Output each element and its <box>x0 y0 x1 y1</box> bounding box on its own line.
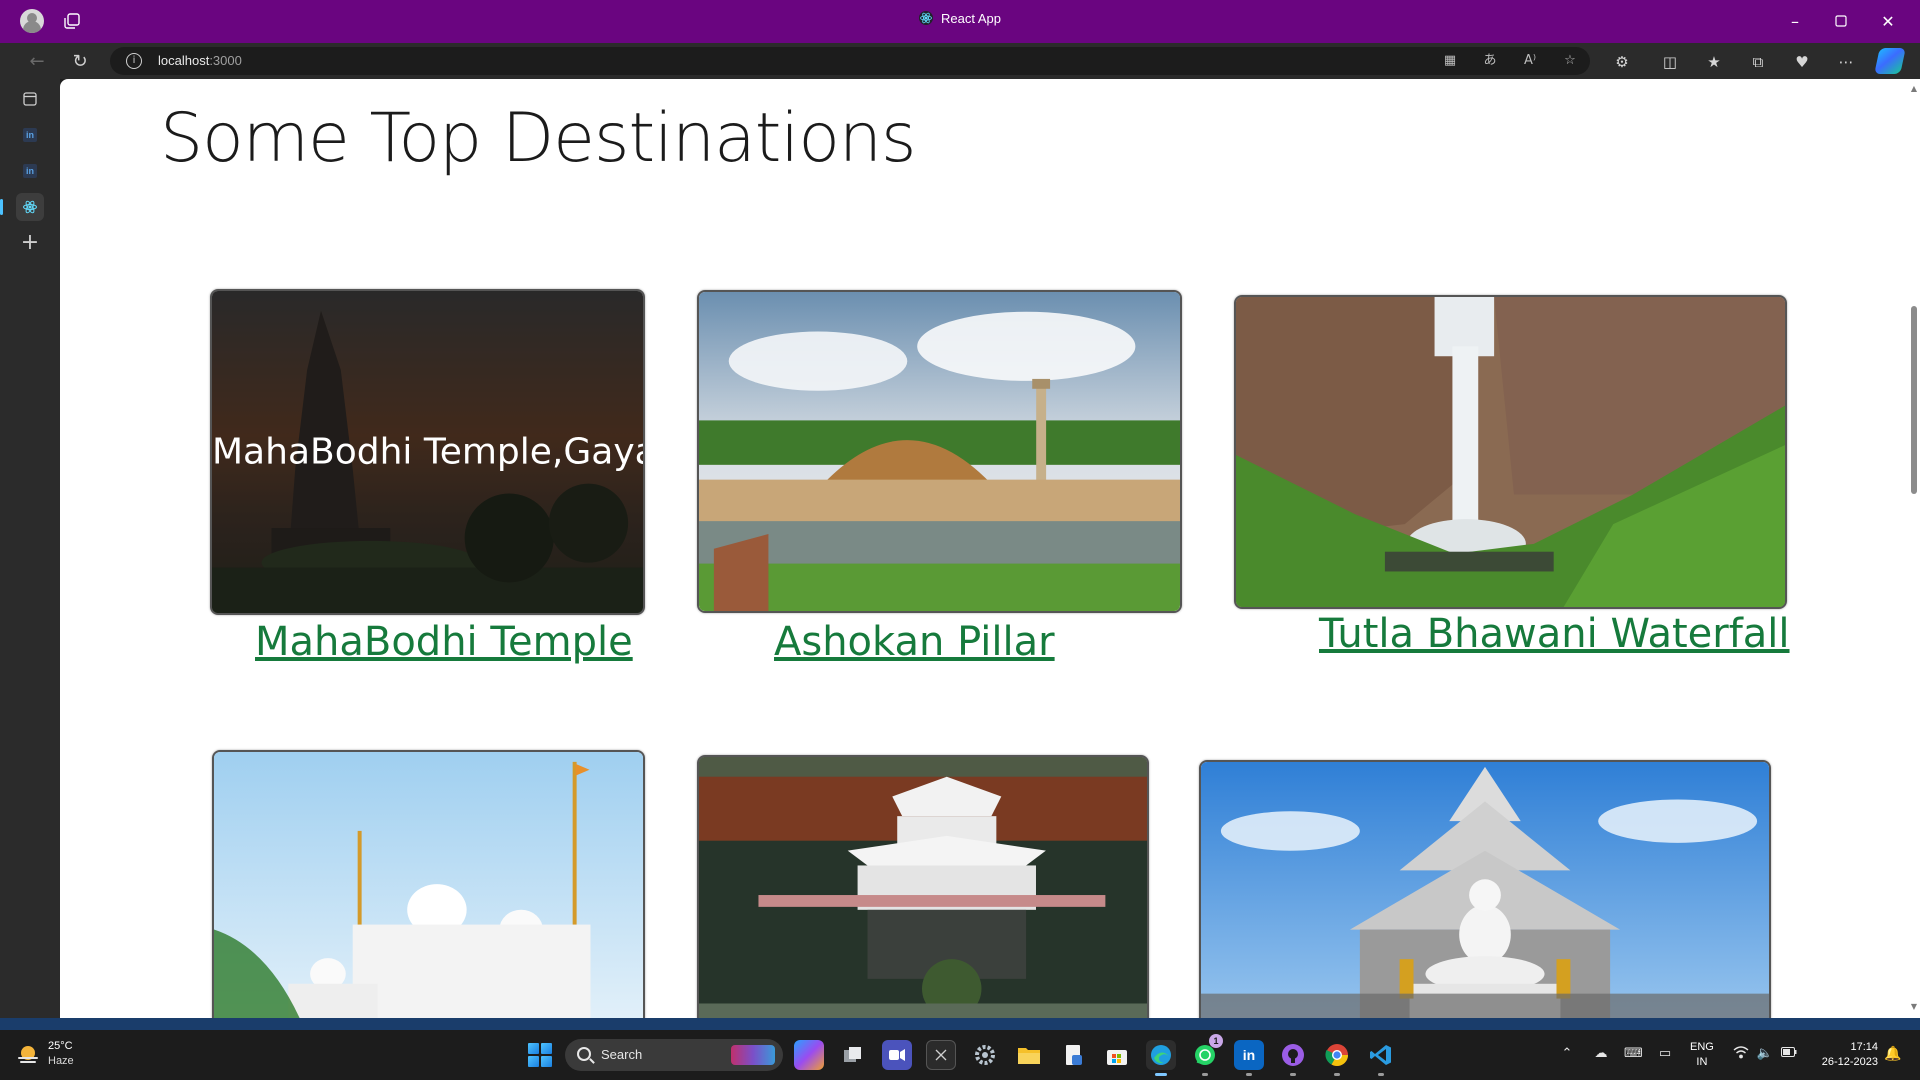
linkedin-tab-icon[interactable]: in <box>16 121 44 149</box>
browser-toolbar: ← ↻ i localhost:3000 ▦ あ A⁾ ☆ ⚙ ◫ ★ ⧉ ♥ … <box>0 43 1920 79</box>
onedrive-offline-icon[interactable]: ☁ <box>1592 1045 1610 1063</box>
favorites-icon[interactable]: ★ <box>1704 52 1724 72</box>
system-clock[interactable]: 17:14 26-12-2023 <box>1810 1040 1878 1070</box>
mahabodhi-temple-link[interactable]: MahaBodhi Temple <box>255 619 633 665</box>
notification-bell-icon[interactable]: 🔔 <box>1884 1045 1902 1063</box>
scroll-down-arrow-icon[interactable]: ▼ <box>1910 1003 1918 1011</box>
active-tab[interactable]: React App <box>0 11 1920 26</box>
scrollbar-thumb[interactable] <box>1911 306 1917 494</box>
react-favicon-icon <box>919 11 933 25</box>
volume-icon[interactable]: 🔈 <box>1756 1045 1774 1063</box>
site-info-icon[interactable]: i <box>126 53 142 69</box>
refresh-button[interactable]: ↻ <box>67 49 93 73</box>
settings-gear-icon[interactable] <box>970 1040 1000 1070</box>
clock-date: 26-12-2023 <box>1821 1056 1878 1068</box>
browser-essentials-icon[interactable]: ♥ <box>1792 52 1812 72</box>
back-button[interactable]: ← <box>24 49 50 73</box>
document-viewer-icon[interactable] <box>1058 1040 1088 1070</box>
input-language-indicator[interactable]: ENG IN <box>1690 1040 1714 1070</box>
keyboard-icon[interactable]: ⌨ <box>1624 1045 1643 1063</box>
address-bar[interactable]: i localhost:3000 ▦ あ A⁾ ☆ <box>110 47 1590 75</box>
maximize-button[interactable] <box>1827 8 1855 34</box>
linkedin-tab-icon[interactable]: in <box>16 157 44 185</box>
snipping-tool-icon[interactable] <box>926 1040 956 1070</box>
edge-browser-icon[interactable] <box>1146 1040 1176 1076</box>
clock-time: 17:14 <box>1850 1041 1878 1053</box>
tutla-bhawani-waterfall-image[interactable] <box>1234 295 1787 609</box>
haze-sun-icon <box>18 1046 38 1063</box>
translate-icon[interactable]: あ <box>1480 51 1500 71</box>
scroll-up-arrow-icon[interactable]: ▲ <box>1910 85 1918 93</box>
copilot-icon[interactable] <box>1874 48 1906 74</box>
task-view-icon[interactable] <box>838 1040 868 1070</box>
search-label: Search <box>601 1047 643 1062</box>
whatsapp-badge: 1 <box>1209 1034 1223 1048</box>
ashokan-pillar-link[interactable]: Ashokan Pillar <box>774 619 1055 665</box>
lake-temple-image[interactable] <box>697 755 1149 1018</box>
teams-meet-icon[interactable] <box>882 1040 912 1070</box>
tab-actions-icon[interactable] <box>16 85 44 113</box>
page-scrollbar[interactable]: ▲ ▼ <box>1908 79 1920 1018</box>
background-editor-status-strip <box>0 1018 1920 1030</box>
tab-title: React App <box>941 11 1001 26</box>
mahabodhi-temple-image[interactable]: MahaBodhi Temple,Gaya <box>210 289 645 615</box>
gurudwara-image[interactable] <box>212 750 645 1018</box>
weather-condition: Haze <box>48 1055 74 1067</box>
search-icon <box>577 1047 591 1061</box>
show-hidden-icons-chevron-icon[interactable]: ⌃ <box>1558 1045 1576 1063</box>
tutla-bhawani-waterfall-link[interactable]: Tutla Bhawani Waterfall <box>1319 611 1790 657</box>
buddha-temple-image[interactable] <box>1199 760 1771 1018</box>
collections-icon[interactable]: ⧉ <box>1748 52 1768 72</box>
new-tab-plus-icon[interactable]: + <box>16 229 44 257</box>
windows-taskbar: 25°C Haze Search 1 in ⌃ ☁ ⌨ ▭ ENG IN 🔈 1… <box>0 1030 1920 1080</box>
weather-widget[interactable]: 25°C Haze <box>16 1038 96 1072</box>
minimize-button[interactable]: – <box>1781 8 1809 34</box>
file-explorer-folder-icon[interactable] <box>1014 1040 1044 1070</box>
browser-title-bar: React App – ✕ <box>0 0 1920 43</box>
read-aloud-icon[interactable]: A⁾ <box>1520 51 1540 71</box>
favorite-star-icon[interactable]: ☆ <box>1560 51 1580 71</box>
microsoft-store-icon[interactable] <box>1102 1040 1132 1070</box>
display-icon[interactable]: ▭ <box>1656 1045 1674 1063</box>
url-text[interactable]: localhost:3000 <box>158 53 242 68</box>
extensions-icon[interactable]: ⚙ <box>1612 52 1632 72</box>
search-highlight-icon <box>731 1045 775 1065</box>
battery-icon[interactable] <box>1780 1045 1798 1063</box>
page-viewport: Some Top Destinations MahaBodhi Temple,G… <box>60 79 1908 1018</box>
ashokan-pillar-image[interactable] <box>697 290 1182 613</box>
whatsapp-icon[interactable]: 1 <box>1190 1034 1223 1076</box>
start-button-windows-icon[interactable] <box>528 1043 552 1067</box>
linkedin-app-icon[interactable]: in <box>1234 1040 1264 1076</box>
wifi-icon[interactable] <box>1732 1045 1750 1063</box>
split-screen-icon[interactable]: ◫ <box>1660 52 1680 72</box>
copilot-app-icon[interactable] <box>794 1040 824 1070</box>
image-overlay-caption: MahaBodhi Temple,Gaya <box>212 431 645 473</box>
more-options-icon[interactable]: ⋯ <box>1836 52 1856 72</box>
browser-sidebar: in in + <box>0 79 60 1018</box>
page-title: Some Top Destinations <box>160 99 916 178</box>
close-button[interactable]: ✕ <box>1874 8 1902 34</box>
github-icon[interactable] <box>1278 1040 1308 1076</box>
taskbar-search-box[interactable]: Search <box>565 1039 783 1071</box>
app-available-icon[interactable]: ▦ <box>1440 51 1460 71</box>
react-app-tab-icon[interactable] <box>0 193 44 221</box>
vscode-icon[interactable] <box>1366 1040 1396 1076</box>
chrome-icon[interactable] <box>1322 1040 1352 1076</box>
weather-temperature: 25°C <box>48 1040 73 1052</box>
